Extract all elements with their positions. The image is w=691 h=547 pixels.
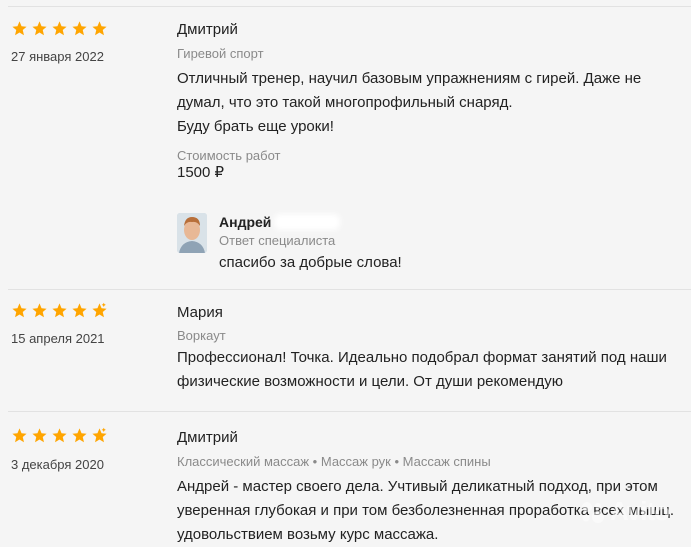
half-star-icon xyxy=(92,302,107,318)
half-star-icon xyxy=(92,427,107,443)
watermark-text: Avito xyxy=(610,496,670,526)
review-text-line: Отличный тренер, научил базовым упражнен… xyxy=(177,70,642,87)
rating-stars xyxy=(11,20,108,37)
review-date: 3 декабря 2020 xyxy=(11,457,104,472)
review-item: 15 апреля 2021 Мария Воркаут Профессиона… xyxy=(0,289,691,411)
avito-watermark: Avito xyxy=(580,496,670,527)
review-text-line: физические возможности и цели. От души р… xyxy=(177,373,564,390)
price-value: 1500 ₽ xyxy=(177,164,225,181)
review-text-line: Профессионал! Точка. Идеально подобрал ф… xyxy=(177,349,667,366)
avito-logo-icon xyxy=(582,501,604,523)
blurred-surname xyxy=(274,214,340,230)
review-author: Дмитрий xyxy=(177,429,238,446)
star-icon xyxy=(52,428,67,443)
review-text: Профессионал! Точка. Идеально подобрал ф… xyxy=(177,346,681,394)
reply-text: спасибо за добрые слова! xyxy=(219,254,402,271)
reply-author: Андрей xyxy=(219,214,272,230)
rating-stars xyxy=(11,302,108,319)
review-text: Отличный тренер, научил базовым упражнен… xyxy=(177,67,681,139)
star-icon xyxy=(12,428,27,443)
star-icon xyxy=(12,21,27,36)
star-icon xyxy=(52,21,67,36)
star-icon xyxy=(72,21,87,36)
review-text-line: Буду брать еще уроки! xyxy=(177,118,334,135)
avatar-photo xyxy=(177,213,207,253)
star-icon xyxy=(92,21,107,36)
review-category: Воркаут xyxy=(177,328,226,343)
rating-stars xyxy=(11,427,108,444)
star-icon xyxy=(32,428,47,443)
review-text-line: думал, что это такой многопрофильный сна… xyxy=(177,94,513,111)
avatar xyxy=(177,213,207,253)
price-label: Стоимость работ xyxy=(177,148,281,163)
review-author: Дмитрий xyxy=(177,21,238,38)
review-date: 15 апреля 2021 xyxy=(11,331,105,346)
star-icon xyxy=(52,303,67,318)
reply-label: Ответ специалиста xyxy=(219,233,336,248)
review-category: Гиревой спорт xyxy=(177,46,264,61)
review-author: Мария xyxy=(177,304,223,321)
review-item: 27 января 2022 Дмитрий Гиревой спорт Отл… xyxy=(0,0,691,290)
review-date: 27 января 2022 xyxy=(11,49,104,64)
star-icon xyxy=(32,21,47,36)
review-category: Классический массаж • Массаж рук • Масса… xyxy=(177,454,491,469)
star-icon xyxy=(72,303,87,318)
star-icon xyxy=(32,303,47,318)
star-icon xyxy=(72,428,87,443)
star-icon xyxy=(12,303,27,318)
